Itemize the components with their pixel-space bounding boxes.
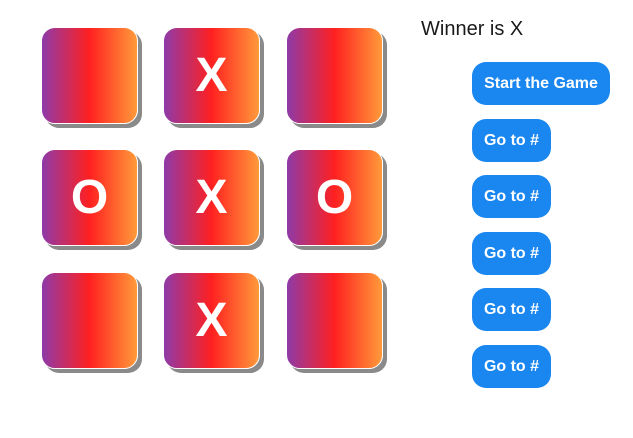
board-square-1[interactable] [41, 27, 138, 124]
start-game-button[interactable]: Start the Game [472, 62, 610, 105]
board-square-3[interactable] [286, 27, 383, 124]
game-status: Winner is X [421, 18, 524, 40]
go-to-move-button[interactable]: Go to # [472, 119, 551, 162]
go-to-move-button[interactable]: Go to # [472, 288, 551, 331]
board-square-9[interactable] [286, 272, 383, 369]
board-square-4[interactable]: O [41, 149, 138, 246]
board-square-6[interactable]: O [286, 149, 383, 246]
game-board: X O X O X [41, 27, 383, 369]
board-square-7[interactable] [41, 272, 138, 369]
board-square-8[interactable]: X [163, 272, 260, 369]
go-to-move-button[interactable]: Go to # [472, 345, 551, 388]
board-square-5[interactable]: X [163, 149, 260, 246]
go-to-move-button[interactable]: Go to # [472, 175, 551, 218]
board-square-2[interactable]: X [163, 27, 260, 124]
go-to-move-button[interactable]: Go to # [472, 232, 551, 275]
